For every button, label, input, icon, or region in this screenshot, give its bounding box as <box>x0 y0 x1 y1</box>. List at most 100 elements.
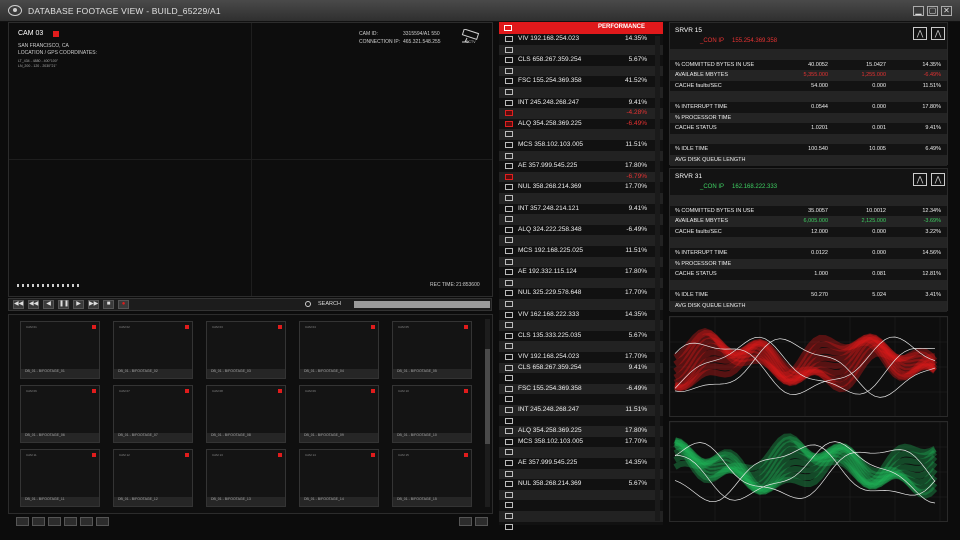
list-row[interactable]: MCS 358.102.103.005 17.70% <box>499 437 663 448</box>
list-row[interactable] <box>499 65 663 77</box>
list-row[interactable]: AE 357.999.545.225 14.35% <box>499 458 663 469</box>
list-row[interactable] <box>499 511 663 522</box>
metric-row: % COMMITTED BYTES IN USE 35.0057 10.0012 12… <box>670 206 947 217</box>
list-row[interactable]: ALQ 354.258.369.225 17.80% <box>499 426 663 437</box>
list-row[interactable]: FSC 155.254.369.358 -6.49% <box>499 383 663 395</box>
footage-thumb[interactable]: CAM 11 DB_01 - B/FOOTAGE_11 <box>20 449 100 507</box>
cam-city: SAN FRANCISCO, CA <box>18 43 69 49</box>
mountain-logo-icon[interactable]: ⋀ <box>931 27 945 40</box>
list-row[interactable]: CLS 658.267.359.254 5.67% <box>499 55 663 66</box>
list-row[interactable] <box>499 277 663 289</box>
mountain-logo-icon[interactable]: ⋀ <box>913 27 927 40</box>
folder-icon[interactable] <box>32 517 45 526</box>
footage-thumb[interactable]: CAM 14 DB_01 - B/FOOTAGE_14 <box>299 449 379 507</box>
list-row[interactable] <box>499 320 663 331</box>
list-row[interactable]: VIV 192.168.254.023 17.70% <box>499 352 663 363</box>
list-row[interactable] <box>499 373 663 384</box>
play-button[interactable]: ▶ <box>73 300 84 309</box>
eject-icon[interactable] <box>475 517 488 526</box>
list-row[interactable]: -6.79% <box>499 171 663 183</box>
rewind-button[interactable]: ◀◀ <box>28 300 39 309</box>
maximize-button[interactable]: ▢ <box>927 6 938 16</box>
settings-icon[interactable] <box>459 517 472 526</box>
list-row[interactable]: CLS 135.333.225.035 5.67% <box>499 331 663 342</box>
list-row[interactable]: NUL 325.229.578.648 17.70% <box>499 288 663 299</box>
thumb-rec-indicator <box>371 389 375 393</box>
footage-thumb[interactable]: CAM 10 DB_01 - B/FOOTAGE_10 <box>392 385 472 443</box>
footage-thumb[interactable]: CAM 07 DB_01 - B/FOOTAGE_07 <box>113 385 193 443</box>
step-back-button[interactable]: ◀ <box>43 300 54 309</box>
footage-thumb[interactable]: CAM 05 DB_01 - B/FOOTAGE_05 <box>392 321 472 379</box>
list-row[interactable]: -4.28% <box>499 108 663 119</box>
list-row[interactable]: ALQ 354.258.369.225 -6.49% <box>499 119 663 130</box>
list-scrollbar[interactable] <box>655 36 660 521</box>
row-name: FSC 155.254.369.358 <box>518 77 582 85</box>
grid-scrollbar[interactable] <box>485 319 490 507</box>
grid-view-icon[interactable] <box>64 517 77 526</box>
footage-thumb[interactable]: CAM 15 DB_01 - B/FOOTAGE_15 <box>392 449 472 507</box>
mountain-logo-icon[interactable]: ⋀ <box>913 173 927 186</box>
list-row[interactable]: INT 245.248.268.247 9.41% <box>499 98 663 109</box>
list-row[interactable]: VIV 192.168.254.023 14.35% <box>499 34 663 45</box>
list-row[interactable] <box>499 522 663 533</box>
search-input[interactable] <box>354 301 490 308</box>
print-icon[interactable] <box>80 517 93 526</box>
minimize-button[interactable]: ▁ <box>913 6 924 16</box>
list-row[interactable] <box>499 394 663 405</box>
list-row[interactable] <box>499 256 663 268</box>
list-row[interactable] <box>499 341 663 352</box>
footage-thumb[interactable]: CAM 12 DB_01 - B/FOOTAGE_12 <box>113 449 193 507</box>
list-row[interactable]: MCS 192.168.225.025 11.51% <box>499 246 663 257</box>
list-row[interactable] <box>499 489 663 501</box>
monitor-icon <box>504 25 512 31</box>
footage-thumb[interactable]: CAM 01 DB_01 - B/FOOTAGE_01 <box>20 321 100 379</box>
list-row[interactable]: MCS 358.102.103.005 11.51% <box>499 140 663 151</box>
list-row[interactable]: AE 357.999.545.225 17.80% <box>499 161 663 172</box>
stop-button[interactable]: ■ <box>103 300 114 309</box>
list-row[interactable] <box>499 468 663 480</box>
record-button[interactable]: ● <box>118 300 129 309</box>
list-row[interactable] <box>499 416 663 427</box>
first-frame-button[interactable]: ◀◀ <box>13 300 24 309</box>
mountain-logo-icon[interactable]: ⋀ <box>931 173 945 186</box>
list-row[interactable] <box>499 500 663 511</box>
grid-scrollbar-thumb[interactable] <box>485 349 490 444</box>
pause-button[interactable]: ❚❚ <box>58 300 69 309</box>
footage-thumb[interactable]: CAM 06 DB_01 - B/FOOTAGE_06 <box>20 385 100 443</box>
list-row[interactable]: CLS 658.267.359.254 9.41% <box>499 362 663 374</box>
list-row[interactable] <box>499 235 663 246</box>
list-row[interactable] <box>499 214 663 225</box>
list-row[interactable] <box>499 299 663 310</box>
list-row[interactable] <box>499 447 663 458</box>
list-row[interactable]: NUL 358.268.214.369 5.67% <box>499 479 663 490</box>
footage-thumb[interactable]: CAM 03 DB_01 - B/FOOTAGE_03 <box>206 321 286 379</box>
list-row[interactable] <box>499 129 663 140</box>
thumb-rec-indicator <box>92 453 96 457</box>
export-icon[interactable] <box>96 517 109 526</box>
footage-thumb[interactable]: CAM 04 DB_01 - B/FOOTAGE_04 <box>299 321 379 379</box>
list-row[interactable]: INT 357.248.214.121 9.41% <box>499 204 663 215</box>
list-row[interactable]: ALQ 324.222.258.348 -6.49% <box>499 225 663 236</box>
cam-id: 3315594/A1 550 <box>403 31 440 37</box>
list-row[interactable]: NUL 358.268.214.369 17.70% <box>499 182 663 193</box>
fast-forward-button[interactable]: ▶▶ <box>88 300 99 309</box>
list-row[interactable] <box>499 193 663 204</box>
list-row[interactable] <box>499 44 663 56</box>
save-icon[interactable] <box>48 517 61 526</box>
close-button[interactable]: ✕ <box>941 6 952 16</box>
conn-ip-label: CONNECTION IP: <box>359 39 401 45</box>
list-row[interactable] <box>499 87 663 98</box>
footage-thumb[interactable]: CAM 08 DB_01 - B/FOOTAGE_08 <box>206 385 286 443</box>
list-row[interactable]: AE 192.332.115.124 17.80% <box>499 267 663 278</box>
footage-thumb[interactable]: CAM 13 DB_01 - B/FOOTAGE_13 <box>206 449 286 507</box>
footage-thumb[interactable]: CAM 09 DB_01 - B/FOOTAGE_09 <box>299 385 379 443</box>
list-row[interactable]: VIV 162.168.222.333 14.35% <box>499 310 663 321</box>
footage-thumb[interactable]: CAM 02 DB_01 - B/FOOTAGE_02 <box>113 321 193 379</box>
row-name: NUL 325.229.578.648 <box>518 289 582 297</box>
list-row[interactable]: FSC 155.254.369.358 41.52% <box>499 76 663 87</box>
camera-view[interactable]: CAM 03 SAN FRANCISCO, CA LOCATION / GPS … <box>8 22 493 297</box>
list-row[interactable]: INT 245.248.268.247 11.51% <box>499 405 663 416</box>
list-row[interactable] <box>499 150 663 162</box>
thumb-label: DB_01 - B/FOOTAGE_14 <box>300 497 378 506</box>
undo-icon[interactable] <box>16 517 29 526</box>
